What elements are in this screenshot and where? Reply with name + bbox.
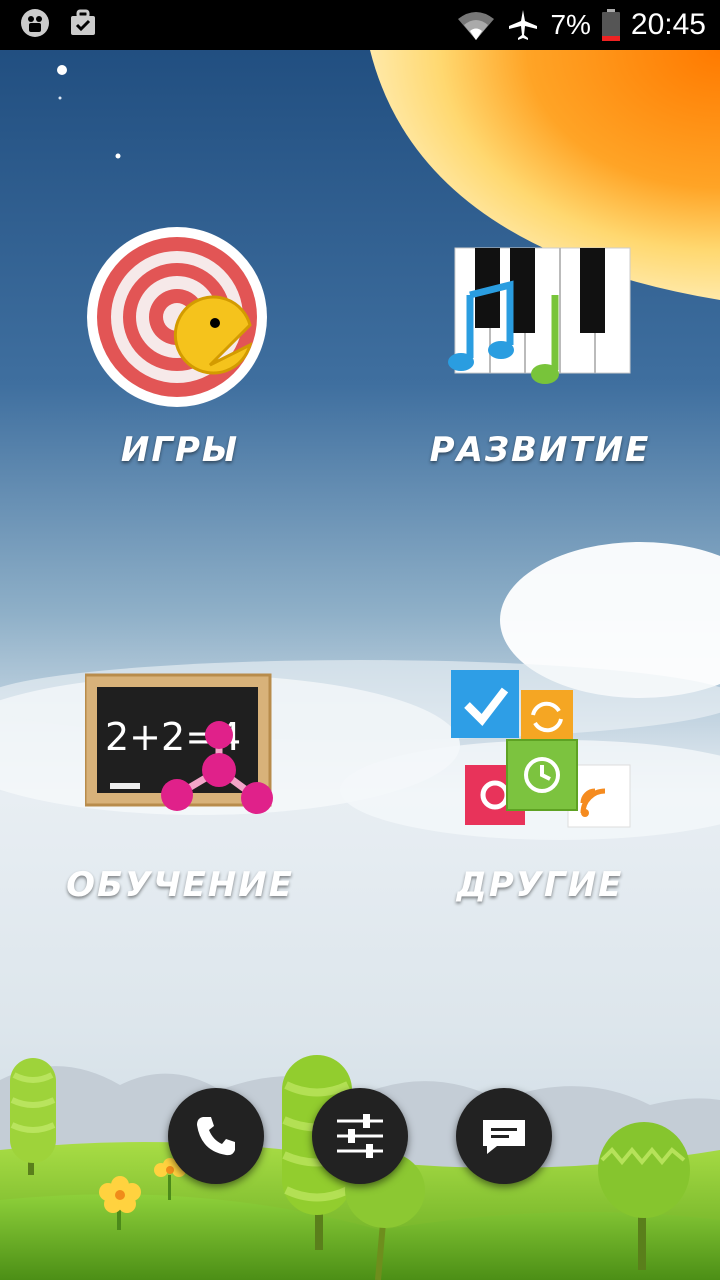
settings-button[interactable] bbox=[312, 1088, 408, 1184]
settings-sliders-icon bbox=[337, 1114, 383, 1158]
tiles-icon bbox=[451, 670, 631, 828]
wifi-icon bbox=[458, 12, 495, 40]
android-debug-icon bbox=[21, 9, 49, 37]
app-label-development: РАЗВИТИЕ bbox=[429, 430, 651, 470]
app-label-games: ИГРЫ bbox=[120, 430, 240, 470]
airplane-mode-icon bbox=[509, 10, 538, 40]
app-label-learning: ОБУЧЕНИЕ bbox=[66, 865, 294, 905]
message-icon bbox=[483, 1120, 525, 1154]
app-others[interactable]: ДРУГИЕ bbox=[405, 665, 665, 915]
chalkboard-molecule-icon: 2+2=4 bbox=[85, 673, 273, 814]
app-learning[interactable]: 2+2=4 ОБУЧЕНИЕ bbox=[45, 665, 305, 915]
piano-notes-icon bbox=[448, 247, 631, 384]
clock: 20:45 bbox=[630, 8, 706, 41]
messages-button[interactable] bbox=[456, 1088, 552, 1184]
phone-icon bbox=[197, 1117, 235, 1156]
app-development[interactable]: РАЗВИТИЕ bbox=[405, 240, 665, 490]
battery-low-icon bbox=[601, 9, 620, 41]
battery-percent: 7% bbox=[550, 9, 591, 40]
phone-button[interactable] bbox=[168, 1088, 264, 1184]
app-games[interactable]: ИГРЫ bbox=[45, 225, 305, 485]
status-bar: 7% 20:45 bbox=[0, 0, 720, 50]
target-pacman-icon bbox=[87, 227, 267, 407]
briefcase-check-icon bbox=[71, 9, 95, 35]
app-label-others: ДРУГИЕ bbox=[456, 865, 624, 905]
